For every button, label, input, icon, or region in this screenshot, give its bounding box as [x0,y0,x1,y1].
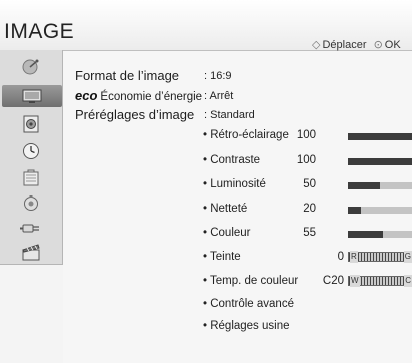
brightness-slider[interactable] [348,182,412,189]
sidebar-item-picture[interactable] [2,85,62,107]
tint-value: 0 [337,251,344,263]
brightness-value: 50 [303,178,316,190]
speaker-icon [23,115,39,133]
energy-saving-row[interactable]: eco Économie d’énergie [75,88,202,103]
move-hint-label: Déplacer [322,39,367,51]
ok-button-icon: ⊙ [373,39,383,51]
sidebar-item-time[interactable] [8,140,54,162]
tint-scale-left: R [350,251,358,263]
picture-format-value: : 16:9 [204,70,232,82]
color-temperature-scale-right: C [404,275,412,287]
backlight-value: 100 [296,129,316,141]
color-value: 55 [303,227,316,239]
picture-presets-label[interactable]: Préréglages d’image [75,107,194,122]
lock-icon [23,169,39,186]
color-fill [348,231,384,238]
sharpness-value: 20 [303,203,316,215]
color-slider[interactable] [348,231,412,238]
energy-saving-label: Économie d’énergie [100,91,203,103]
color-label[interactable]: • Couleur [203,227,251,239]
advanced-control-item[interactable]: • Contrôle avancé [203,298,294,310]
contrast-slider[interactable] [348,158,412,165]
backlight-fill [348,133,412,140]
clock-icon [23,143,39,159]
color-temperature-scale[interactable]: W C [348,275,412,287]
sidebar-item-options[interactable] [8,192,54,214]
page-title: IMAGE [4,20,75,43]
options-icon [24,195,38,211]
sidebar-item-media[interactable] [8,241,54,263]
brightness-label[interactable]: • Luminosité [203,178,266,190]
menu-header: IMAGE ◇ Déplacer ⊙ OK [0,0,412,51]
clapperboard-icon [22,244,40,261]
energy-saving-value: : Arrêt [204,90,234,102]
dpad-icon: ◇ [312,39,321,51]
sidebar-item-lock[interactable] [8,166,54,188]
factory-reset-item[interactable]: • Réglages usine [203,320,290,332]
sidebar-item-channels[interactable] [8,56,54,78]
tint-label[interactable]: • Teinte [203,251,241,263]
picture-menu: IMAGE ◇ Déplacer ⊙ OK Format de l’image … [0,0,412,363]
backlight-label[interactable]: • Rétro-éclairage [203,129,289,141]
contrast-value: 100 [296,154,316,166]
tint-scale[interactable]: R G [348,251,412,263]
brightness-fill [348,182,380,189]
input-plug-icon [20,224,39,233]
tv-picture-icon [22,89,42,103]
color-temperature-scale-left: W [350,275,360,287]
ok-hint-label: OK [384,39,401,51]
sidebar-item-sound[interactable] [8,113,54,135]
contrast-label[interactable]: • Contraste [203,154,260,166]
eco-leaf-icon: eco [75,88,98,103]
satellite-dish-icon [22,59,39,75]
contrast-fill [348,158,412,165]
sharpness-label[interactable]: • Netteté [203,203,247,215]
menu-sidebar [0,50,63,265]
tint-scale-right: G [403,251,412,263]
sharpness-fill [348,207,361,214]
picture-format-label[interactable]: Format de l’image [75,68,179,83]
navigation-hint: ◇ Déplacer ⊙ OK [312,38,401,51]
backlight-slider[interactable] [348,133,412,140]
color-temperature-value: C20 [322,275,344,287]
picture-presets-value: : Standard [204,109,255,121]
sharpness-slider[interactable] [348,207,412,214]
sidebar-item-input[interactable] [8,217,54,239]
color-temperature-label[interactable]: • Temp. de couleur [203,275,298,287]
